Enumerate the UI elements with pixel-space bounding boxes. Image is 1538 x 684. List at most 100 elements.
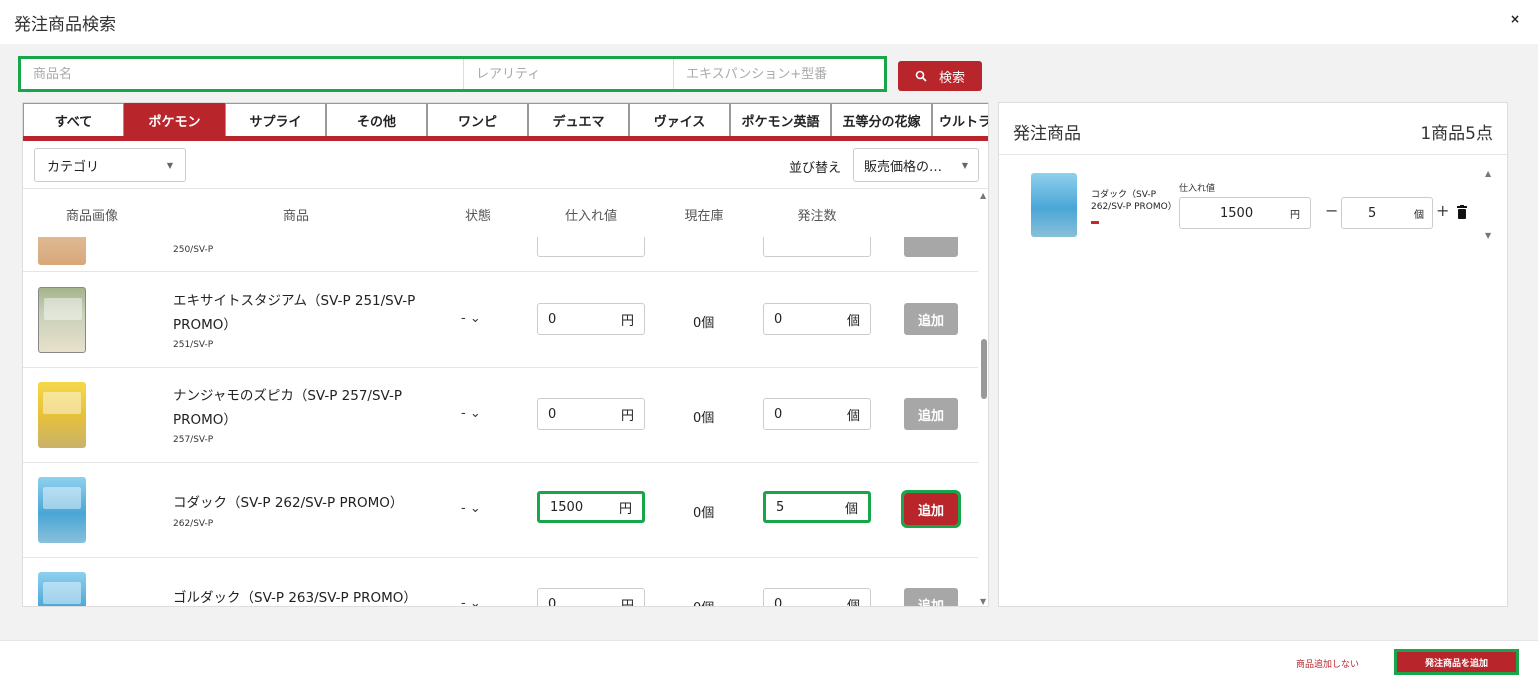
increment-button[interactable]: + xyxy=(1436,201,1449,220)
search-button[interactable]: 検索 xyxy=(898,61,982,91)
product-image xyxy=(38,477,86,543)
cost-value: 0 xyxy=(548,596,557,607)
chevron-down-icon: ⌄ xyxy=(469,501,481,516)
order-panel-header: 発注商品 1商品5点 xyxy=(999,103,1507,155)
tab-duelmasters[interactable]: デュエマ xyxy=(528,103,629,136)
product-code: 262/SV-P xyxy=(173,519,214,529)
cost-input[interactable]: 1500 円 xyxy=(537,491,645,523)
cost-input[interactable] xyxy=(537,237,645,257)
stock-value: 0個 xyxy=(693,506,715,521)
expansion-input[interactable] xyxy=(674,59,878,89)
sort-select[interactable]: 販売価格の… ▼ xyxy=(853,148,979,182)
order-qty-input[interactable]: 0個 xyxy=(763,398,871,430)
add-order-items-button[interactable]: 発注商品を追加 xyxy=(1394,649,1519,675)
tab-onepiece[interactable]: ワンピ xyxy=(427,103,528,136)
cost-value: 0 xyxy=(548,406,557,422)
cost-input[interactable]: 0円 xyxy=(537,303,645,335)
order-qty-input[interactable]: 5個 xyxy=(763,491,871,523)
product-image xyxy=(38,382,86,448)
chevron-down-icon: ⌄ xyxy=(469,311,481,326)
scrollbar-thumb[interactable] xyxy=(981,339,987,399)
tab-pokemon[interactable]: ポケモン xyxy=(124,103,225,136)
qty-unit: 個 xyxy=(1414,209,1424,221)
order-qty-input[interactable]: 0個 xyxy=(763,588,871,607)
product-name-input[interactable] xyxy=(21,59,464,89)
table-row: ナンジャモのズピカ（SV-P 257/SV-P PROMO） 257/SV-P … xyxy=(23,368,978,463)
qty-unit: 個 xyxy=(846,313,860,329)
qty-value: 0 xyxy=(774,596,783,607)
product-code: 250/SV-P xyxy=(173,245,214,255)
qty-unit: 個 xyxy=(844,501,858,517)
tab-ultra[interactable]: ウルトラ xyxy=(932,103,988,136)
scroll-down-icon[interactable]: ▼ xyxy=(1485,231,1491,240)
skip-add-button[interactable]: 商品追加しない xyxy=(1296,657,1359,670)
trash-icon[interactable] xyxy=(1457,205,1467,219)
state-select[interactable]: - ⌄ xyxy=(461,596,481,607)
product-image xyxy=(38,237,86,265)
order-qty-input[interactable]: 0個 xyxy=(763,303,871,335)
sort-select-value: 販売価格の… xyxy=(864,159,943,175)
order-item-image xyxy=(1031,173,1077,237)
close-icon[interactable]: × xyxy=(1510,12,1520,26)
stock-value: 0個 xyxy=(693,316,715,331)
order-panel-title: 発注商品 xyxy=(1013,124,1081,144)
sort-label: 並び替え xyxy=(789,161,842,176)
col-product: 商品 xyxy=(282,209,310,224)
chevron-down-icon: ⌄ xyxy=(469,406,481,421)
scroll-down-icon[interactable]: ▼ xyxy=(980,597,986,606)
state-value: - xyxy=(461,311,466,326)
search-fields xyxy=(18,56,887,92)
add-button[interactable]: 追加 xyxy=(901,490,961,528)
dialog-header: 発注商品検索 × xyxy=(0,0,1538,44)
add-button[interactable]: 追加 xyxy=(904,588,958,606)
category-select[interactable]: カテゴリ ▼ xyxy=(34,148,186,182)
list-scrollbar[interactable]: ▲ ▼ xyxy=(978,189,988,606)
decrement-button[interactable]: − xyxy=(1325,201,1338,220)
state-value: - xyxy=(461,406,466,421)
search-button-label: 検索 xyxy=(938,70,965,86)
rarity-input[interactable] xyxy=(464,59,674,89)
col-stock: 現在庫 xyxy=(684,209,724,224)
stock-value: 0個 xyxy=(693,411,715,426)
tab-other[interactable]: その他 xyxy=(326,103,427,136)
yen-unit: 円 xyxy=(620,408,634,424)
list-toolbar: カテゴリ ▼ 並び替え 販売価格の… ▼ xyxy=(23,141,988,189)
category-select-label: カテゴリ xyxy=(47,159,100,175)
qty-value: 0 xyxy=(774,406,783,422)
yen-unit: 円 xyxy=(620,598,634,607)
state-select[interactable]: - ⌄ xyxy=(461,406,481,421)
chevron-down-icon: ▼ xyxy=(961,160,968,170)
cost-input[interactable]: 0円 xyxy=(537,398,645,430)
order-summary: 1商品5点 xyxy=(1420,124,1493,144)
state-select[interactable]: - ⌄ xyxy=(461,311,481,326)
state-select[interactable]: - ⌄ xyxy=(461,501,481,516)
cost-input[interactable]: 0円 xyxy=(537,588,645,607)
state-value: - xyxy=(461,596,466,607)
product-name: ゴルダック（SV-P 263/SV-P PROMO） xyxy=(173,590,417,606)
add-button[interactable] xyxy=(904,237,958,257)
product-name: コダック（SV-P 262/SV-P PROMO） xyxy=(173,495,404,511)
scroll-up-icon[interactable]: ▲ xyxy=(1485,169,1491,178)
order-qty-value: 5 xyxy=(1368,205,1377,221)
table-row: ゴルダック（SV-P 263/SV-P PROMO） - ⌄ 0円 0個 0個 … xyxy=(23,558,978,607)
tab-pokemon-english[interactable]: ポケモン英語 xyxy=(730,103,831,136)
qty-value: 0 xyxy=(774,311,783,327)
tab-quintuplets[interactable]: 五等分の花嫁 xyxy=(831,103,932,136)
order-item-price-label: 仕入れ値 xyxy=(1179,184,1216,194)
add-button[interactable]: 追加 xyxy=(904,303,958,335)
tab-weiss[interactable]: ヴァイス xyxy=(629,103,730,136)
add-button[interactable]: 追加 xyxy=(904,398,958,430)
yen-unit: 円 xyxy=(620,313,634,329)
dialog-title: 発注商品検索 xyxy=(14,15,116,35)
chevron-down-icon: ▼ xyxy=(166,160,173,170)
order-item-name: コダック（SV-P 262/SV-P PROMO） xyxy=(1091,190,1177,212)
product-list-panel: すべて ポケモン サプライ その他 ワンピ デュエマ ヴァイス ポケモン英語 五… xyxy=(22,102,989,607)
tab-supply[interactable]: サプライ xyxy=(225,103,326,136)
tab-all[interactable]: すべて xyxy=(23,103,124,136)
cost-value: 1500 xyxy=(550,499,584,515)
scroll-up-icon[interactable]: ▲ xyxy=(980,191,986,200)
category-tabs: すべて ポケモン サプライ その他 ワンピ デュエマ ヴァイス ポケモン英語 五… xyxy=(23,103,988,141)
order-qty-input[interactable] xyxy=(763,237,871,257)
order-item-price-input[interactable]: 1500 円 xyxy=(1179,197,1311,229)
order-item-qty-input[interactable]: 5個 xyxy=(1341,197,1433,229)
